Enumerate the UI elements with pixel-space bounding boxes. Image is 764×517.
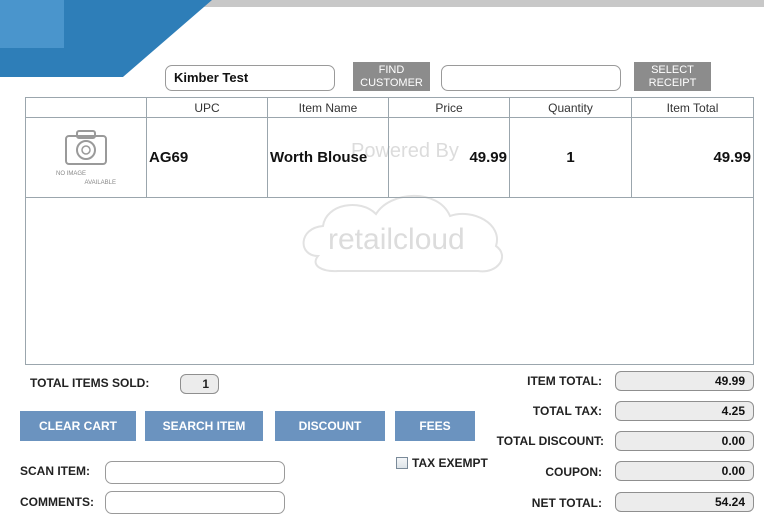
coupon-label: COUPON: [545,465,602,479]
item-total-label: ITEM TOTAL: [527,374,602,388]
column-upc: UPC [147,98,268,117]
table-row[interactable]: NO IMAGE AVAILABLE AG69 Worth Blouse 49.… [26,118,753,198]
clear-cart-button[interactable]: CLEAR CART [20,411,136,441]
column-item-name: Item Name [268,98,389,117]
net-total-value: 54.24 [615,492,754,512]
column-image [26,98,147,117]
no-image-line: NO IMAGE [56,170,87,177]
price-cell: 49.99 [389,118,510,197]
available-line: AVAILABLE [84,179,116,186]
item-name-cell: Worth Blouse [268,118,389,197]
find-customer-button[interactable]: FIND CUSTOMER [353,62,430,91]
total-tax-label: TOTAL TAX: [532,404,602,418]
scan-item-label: SCAN ITEM: [20,464,90,478]
comments-input[interactable] [105,491,285,514]
comments-label: COMMENTS: [20,495,94,509]
discount-button[interactable]: DISCOUNT [275,411,385,441]
total-items-value: 1 [180,374,219,394]
receipt-field[interactable] [441,65,621,91]
total-discount-value: 0.00 [615,431,754,451]
select-receipt-button[interactable]: SELECT RECEIPT [634,62,711,91]
item-total-cell: 49.99 [713,149,751,166]
column-price: Price [389,98,510,117]
header-brand-block [0,0,64,48]
item-total-value: 49.99 [615,371,754,391]
no-image-text: NO IMAGE AVAILABLE [56,170,116,188]
cart-table: UPC Item Name Price Quantity Item Total … [25,97,754,365]
coupon-value: 0.00 [615,461,754,481]
camera-icon [65,129,107,165]
total-discount-label: TOTAL DISCOUNT: [496,434,604,448]
upc-cell: AG69 [147,118,268,197]
customer-name-field[interactable]: Kimber Test [165,65,335,91]
item-image-cell: NO IMAGE AVAILABLE [26,118,147,197]
search-item-button[interactable]: SEARCH ITEM [145,411,263,441]
select-receipt-label: SELECT RECEIPT [648,64,697,89]
quantity-cell: 1 [510,118,632,197]
scan-item-input[interactable] [105,461,285,484]
column-item-total: Item Total [666,101,719,115]
total-tax-value: 4.25 [615,401,754,421]
net-total-label: NET TOTAL: [531,496,602,510]
find-customer-label: FIND CUSTOMER [360,64,423,89]
tax-exempt-checkbox[interactable] [396,457,408,469]
cart-header: UPC Item Name Price Quantity Item Total [26,98,753,118]
total-items-label: TOTAL ITEMS SOLD: [30,376,150,390]
retailcloud-brand-text: retailcloud [328,223,465,256]
column-quantity: Quantity [510,98,632,117]
